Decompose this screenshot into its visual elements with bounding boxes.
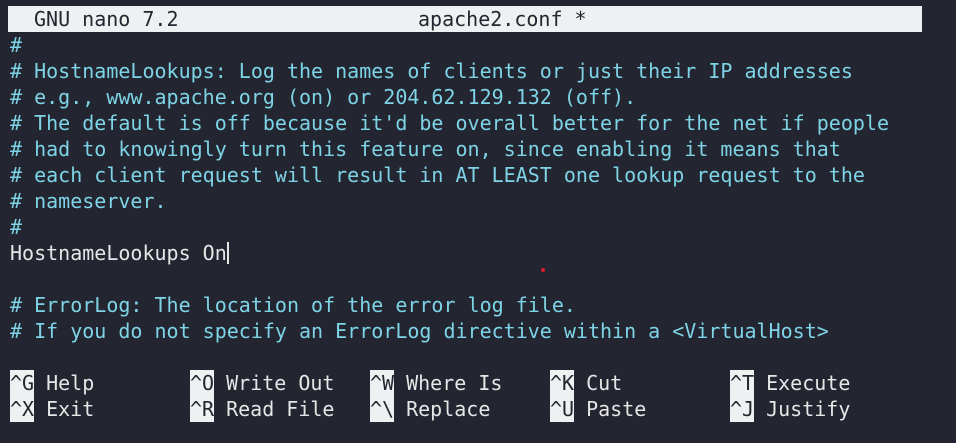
shortcut-where-is[interactable]: ^W Where Is [370,370,502,396]
file-name: apache2.conf * [418,7,587,31]
shortcut-label: Justify [766,397,851,421]
shortcut-write-out[interactable]: ^O Write Out [190,370,334,396]
comment-line[interactable]: # had to knowingly turn this feature on,… [10,136,950,162]
shortcut-key: ^K [550,370,575,396]
shortcut-exit[interactable]: ^X Exit [10,396,94,422]
shortcut-label: Exit [46,397,95,421]
shortcut-key: ^T [730,370,755,396]
shortcut-read-file[interactable]: ^R Read File [190,396,334,422]
text-cursor [226,242,229,264]
shortcut-cut[interactable]: ^K Cut [550,370,622,396]
shortcut-help[interactable]: ^G Help [10,370,94,396]
comment-line[interactable]: # each client request will result in AT … [10,162,950,188]
shortcut-label: Replace [406,397,491,421]
shortcut-replace[interactable]: ^\ Replace [370,396,490,422]
shortcut-execute[interactable]: ^T Execute [730,370,850,396]
directive-text: HostnameLookups On [10,241,227,265]
shortcut-key: ^\ [370,396,395,422]
shortcut-key: ^G [10,370,35,396]
shortcut-key: ^U [550,396,575,422]
shortcut-key: ^J [730,396,755,422]
empty-line[interactable] [10,266,950,292]
app-name: GNU nano 7.2 [34,7,179,31]
comment-line[interactable]: # HostnameLookups: Log the names of clie… [10,58,950,84]
comment-line[interactable]: # If you do not specify an ErrorLog dire… [10,318,950,344]
comment-line[interactable]: # [10,32,950,58]
comment-line[interactable]: # e.g., www.apache.org (on) or 204.62.12… [10,84,950,110]
shortcut-bar: ^G Help ^O Write Out ^W Where Is ^K Cut ^T Ex… [10,370,950,422]
title-bar: GNU nano 7.2 apache2.conf * [8,6,922,32]
comment-line[interactable]: # The default is off because it'd be ove… [10,110,950,136]
shortcut-label: Paste [586,397,647,421]
comment-line[interactable]: # [10,214,950,240]
shortcut-justify[interactable]: ^J Justify [730,396,850,422]
shortcut-key: ^W [370,370,395,396]
shortcut-label: Write Out [226,371,335,395]
shortcut-key: ^X [10,396,35,422]
directive-line[interactable]: HostnameLookups On [10,240,950,266]
shortcut-key: ^R [190,396,215,422]
shortcut-label: Where Is [406,371,503,395]
shortcut-label: Help [46,371,95,395]
shortcut-key: ^O [190,370,215,396]
shortcut-paste[interactable]: ^U Paste [550,396,646,422]
shortcut-label: Execute [766,371,851,395]
comment-line[interactable]: # nameserver. [10,188,950,214]
red-dot-marker [541,268,545,272]
shortcut-label: Read File [226,397,335,421]
shortcut-label: Cut [586,371,623,395]
comment-line[interactable]: # ErrorLog: The location of the error lo… [10,292,950,318]
editor-area[interactable]: # # HostnameLookups: Log the names of cl… [10,32,950,344]
